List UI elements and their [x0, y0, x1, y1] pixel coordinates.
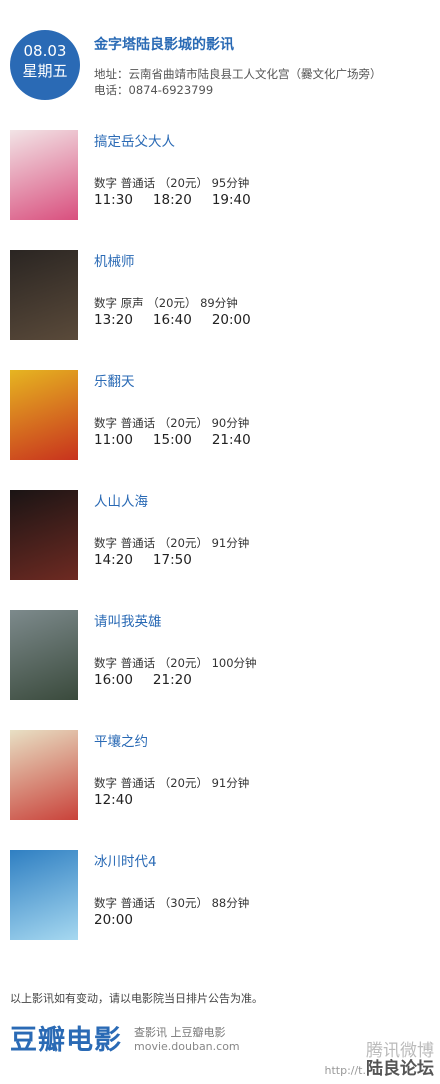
- date-badge: 08.03 星期五: [10, 30, 80, 100]
- movie-poster[interactable]: [10, 490, 78, 580]
- cinema-title[interactable]: 金字塔陆良影城的影讯: [94, 34, 234, 54]
- showtime: 15:00: [152, 432, 192, 448]
- douban-site-link[interactable]: movie.douban.com: [134, 1040, 240, 1053]
- movie-poster[interactable]: [10, 730, 78, 820]
- movie-info: 数字 普通话 （20元） 100分钟: [94, 656, 257, 670]
- weekday-text: 星期五: [22, 62, 68, 80]
- showtime: 14:20: [94, 552, 133, 568]
- watermark-weibo: 腾讯微博: [366, 1041, 434, 1061]
- showtimes: 13:20 16:40 20:00: [94, 312, 271, 328]
- watermark-url: http://t.: [324, 1064, 366, 1077]
- movie-poster[interactable]: [10, 130, 78, 220]
- watermark-forum: 陆良论坛: [366, 1059, 434, 1079]
- cinema-phone: 电话：0874-6923799: [94, 83, 214, 97]
- movie-title[interactable]: 机械师: [94, 250, 135, 270]
- movie-item: 请叫我英雄数字 普通话 （20元） 100分钟 16:00 21:20: [0, 610, 440, 710]
- movie-item: 搞定岳父大人数字 普通话 （20元） 95分钟 11:30 18:20 19:40: [0, 130, 440, 230]
- showtime: 11:30: [94, 192, 133, 208]
- showtime: 18:20: [152, 192, 192, 208]
- movie-poster[interactable]: [10, 370, 78, 460]
- movie-info: 数字 原声 （20元） 89分钟: [94, 296, 238, 310]
- douban-slogan: 查影讯 上豆瓣电影: [134, 1026, 226, 1039]
- movie-poster[interactable]: [10, 850, 78, 940]
- date-text: 08.03: [23, 42, 67, 60]
- movie-info: 数字 普通话 （20元） 90分钟: [94, 416, 250, 430]
- movie-info: 数字 普通话 （20元） 95分钟: [94, 176, 250, 190]
- movie-item: 人山人海数字 普通话 （20元） 91分钟 14:20 17:50: [0, 490, 440, 590]
- showtime: 16:40: [152, 312, 192, 328]
- showtimes: 16:00 21:20: [94, 672, 212, 688]
- showtimes: 12:40: [94, 792, 153, 808]
- showtime: 12:40: [94, 792, 133, 808]
- watermark: 腾讯微博 http://t.陆良论坛: [324, 1042, 434, 1080]
- movie-item: 平壤之约数字 普通话 （20元） 91分钟 12:40: [0, 730, 440, 830]
- movie-poster[interactable]: [10, 250, 78, 340]
- movie-info: 数字 普通话 （30元） 88分钟: [94, 896, 250, 910]
- movie-title[interactable]: 乐翻天: [94, 370, 135, 390]
- movie-item: 冰川时代4 数字 普通话 （30元） 88分钟 20:00: [0, 850, 440, 950]
- cinema-address: 地址：云南省曲靖市陆良县工人文化宫（爨文化广场旁）: [94, 67, 382, 81]
- showtime: 13:20: [94, 312, 133, 328]
- movie-title[interactable]: 请叫我英雄: [94, 610, 162, 630]
- movie-title[interactable]: 搞定岳父大人: [94, 130, 175, 150]
- showtimes: 11:30 18:20 19:40: [94, 192, 271, 208]
- douban-movie-logo[interactable]: 豆瓣电影: [10, 1018, 122, 1057]
- movie-title[interactable]: 冰川时代4: [94, 850, 157, 870]
- showtimes: 14:20 17:50: [94, 552, 212, 568]
- movie-item: 机械师数字 原声 （20元） 89分钟 13:20 16:40 20:00: [0, 250, 440, 350]
- showtime: 20:00: [211, 312, 251, 328]
- showtime: 16:00: [94, 672, 133, 688]
- showtime: 11:00: [94, 432, 133, 448]
- movie-item: 乐翻天数字 普通话 （20元） 90分钟 11:00 15:00 21:40: [0, 370, 440, 470]
- showtime: 21:40: [211, 432, 251, 448]
- movie-poster[interactable]: [10, 610, 78, 700]
- showtime: 21:20: [152, 672, 192, 688]
- movie-title[interactable]: 平壤之约: [94, 730, 148, 750]
- schedule-notice: 以上影讯如有变动，请以电影院当日排片公告为准。: [10, 992, 263, 1005]
- movie-info: 数字 普通话 （20元） 91分钟: [94, 536, 250, 550]
- movie-info: 数字 普通话 （20元） 91分钟: [94, 776, 250, 790]
- showtime: 20:00: [94, 912, 133, 928]
- showtime: 17:50: [152, 552, 192, 568]
- showtimes: 11:00 15:00 21:40: [94, 432, 271, 448]
- showtimes: 20:00: [94, 912, 153, 928]
- movie-title[interactable]: 人山人海: [94, 490, 148, 510]
- showtime: 19:40: [211, 192, 251, 208]
